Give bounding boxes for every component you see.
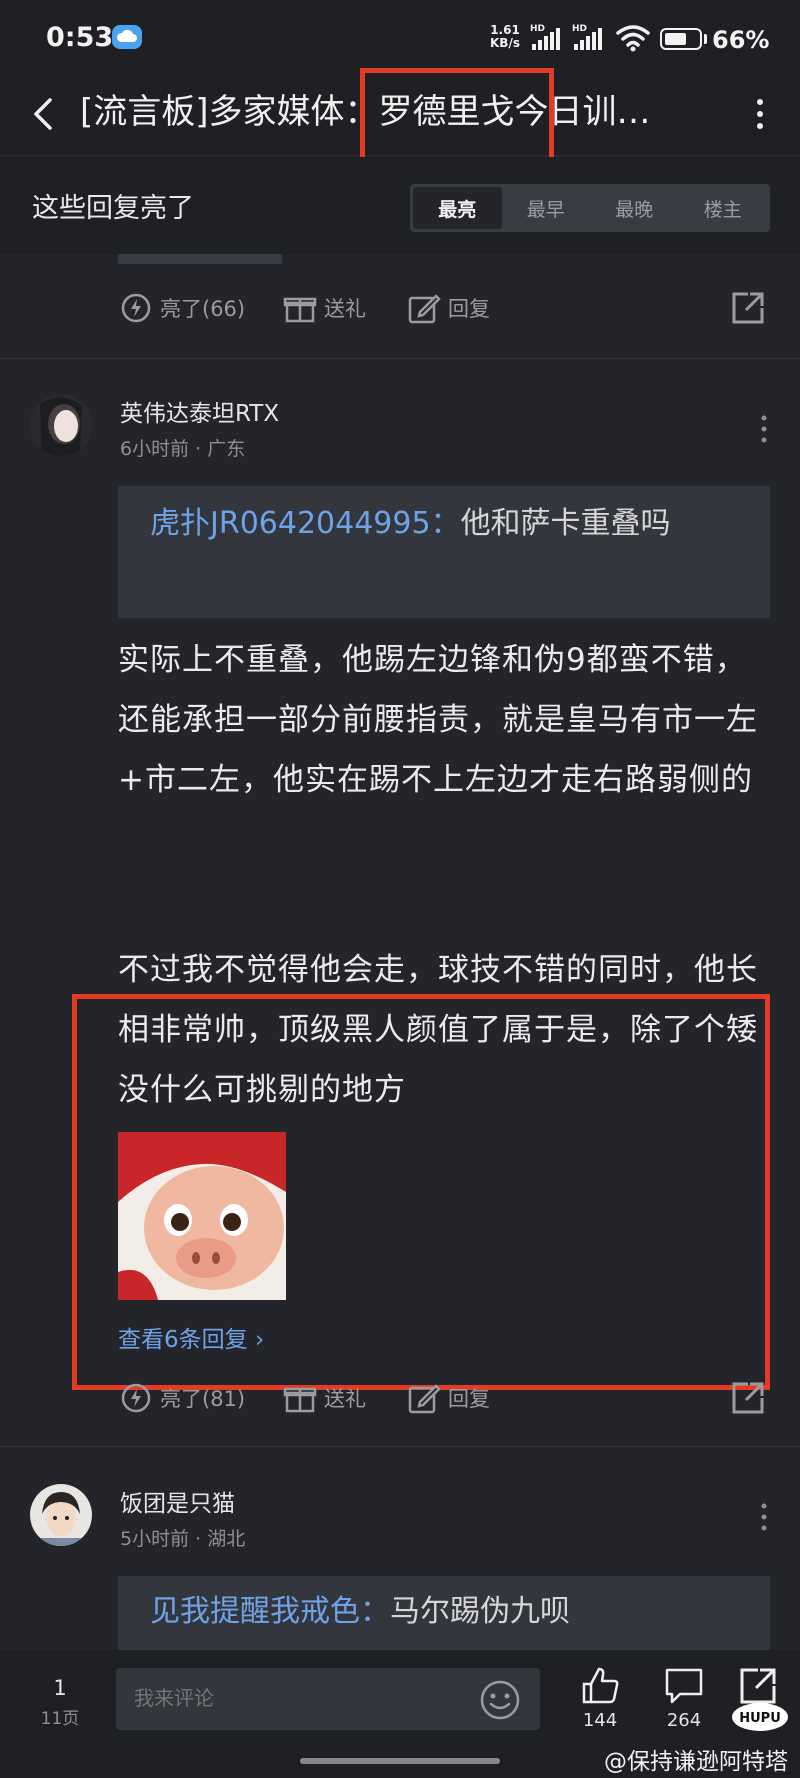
username[interactable]: 饭团是只猫 (120, 1484, 235, 1518)
gift-icon (283, 1387, 317, 1413)
quote-box: 虎扑JR0642044995：他和萨卡重叠吗 (118, 486, 770, 618)
share-icon[interactable] (728, 288, 768, 328)
quote-content: 见我提醒我戒色：马尔踢伪九呗 (150, 1586, 738, 1638)
battery-icon (660, 28, 702, 50)
likes-count: 144 (582, 1710, 618, 1731)
comment-icon (665, 1668, 703, 1704)
like-button[interactable]: 亮了(66) (118, 290, 245, 326)
reply-label: 回复 (448, 1387, 490, 1411)
gift-label: 送礼 (324, 1387, 366, 1411)
sort-tabs: 最亮 最早 最晚 楼主 (410, 184, 770, 232)
signal-icon-2 (574, 28, 602, 50)
action-row-prev: 亮了(66) 送礼 回复 (0, 280, 800, 336)
gift-label: 送礼 (324, 297, 366, 321)
tab-earliest[interactable]: 最早 (502, 187, 591, 229)
avatar[interactable] (30, 1484, 92, 1546)
thread-like-button[interactable]: 144 (570, 1664, 630, 1731)
comment-more-icon[interactable] (760, 1502, 768, 1532)
battery-tip (704, 34, 707, 44)
tab-brightest[interactable]: 最亮 (413, 187, 502, 229)
comment-more-icon[interactable] (760, 414, 768, 444)
share-icon[interactable] (728, 1378, 768, 1418)
quote-content: 虎扑JR0642044995：他和萨卡重叠吗 (150, 498, 738, 550)
like-button[interactable]: 亮了(81) (118, 1380, 245, 1416)
comment-input[interactable] (116, 1668, 540, 1730)
quoted-user[interactable]: 虎扑JR0642044995： (150, 506, 461, 541)
home-indicator[interactable] (300, 1758, 500, 1764)
previous-image-edge (118, 254, 282, 264)
watermark: @保持谦逊阿特塔 (604, 1749, 788, 1775)
gift-icon (283, 297, 317, 323)
logo-text: HUPU (739, 1711, 781, 1726)
more-options-icon[interactable] (748, 94, 772, 134)
network-speed: 1.61 KB/s (490, 23, 520, 50)
sticker-image[interactable] (118, 1132, 286, 1300)
cloud-icon (112, 25, 142, 49)
like-count: 亮了(66) (160, 297, 246, 321)
tab-latest[interactable]: 最晚 (590, 187, 679, 229)
username[interactable]: 英伟达泰坦RTX (120, 394, 279, 428)
view-replies-link[interactable]: 查看6条回复 › (118, 1320, 264, 1354)
quote-box: 见我提醒我戒色：马尔踢伪九呗 (118, 1576, 770, 1650)
reply-button[interactable]: 回复 (406, 1380, 490, 1416)
battery-text: 66% (712, 26, 770, 54)
avatar[interactable] (30, 394, 92, 456)
section-heading: 这些回复亮了 (32, 193, 194, 224)
signal-icon (532, 28, 560, 50)
thread-comments-button[interactable]: 264 (654, 1664, 714, 1731)
thumbs-up-icon (582, 1667, 619, 1704)
emoji-icon[interactable] (478, 1678, 522, 1722)
gift-button[interactable]: 送礼 (282, 290, 366, 326)
edit-icon (408, 1384, 441, 1414)
page-number[interactable]: 1 (32, 1676, 88, 1700)
light-icon (121, 1383, 151, 1413)
comments-count: 264 (666, 1710, 702, 1731)
comment-body-p1: 实际上不重叠，他踢左边锋和伪9都蛮不错，还能承担一部分前腰指责，就是皇马有市一左… (118, 642, 758, 798)
back-icon[interactable] (24, 94, 64, 134)
gift-button[interactable]: 送礼 (282, 1380, 366, 1416)
like-count: 亮了(81) (160, 1387, 246, 1411)
divider (0, 358, 800, 359)
edit-icon (408, 294, 441, 324)
reply-button[interactable]: 回复 (406, 290, 490, 326)
quote-text: 马尔踢伪九呗 (390, 1594, 570, 1629)
quoted-user[interactable]: 见我提醒我戒色： (150, 1594, 390, 1629)
reply-label: 回复 (448, 297, 490, 321)
comment-meta: 6小时前 · 广东 (120, 438, 246, 460)
light-icon (121, 293, 151, 323)
divider (0, 1446, 800, 1447)
comment-meta: 5小时前 · 湖北 (120, 1528, 246, 1550)
page-total[interactable]: 11页 (32, 1704, 88, 1729)
hupu-logo: HUPU (730, 1700, 790, 1734)
quote-text: 他和萨卡重叠吗 (460, 506, 671, 541)
tab-op[interactable]: 楼主 (679, 187, 768, 229)
battery-level (665, 33, 686, 45)
action-row-comment1: 亮了(81) 送礼 回复 (0, 1370, 800, 1426)
status-time: 0:53 (46, 22, 114, 53)
wifi-icon (616, 24, 650, 56)
